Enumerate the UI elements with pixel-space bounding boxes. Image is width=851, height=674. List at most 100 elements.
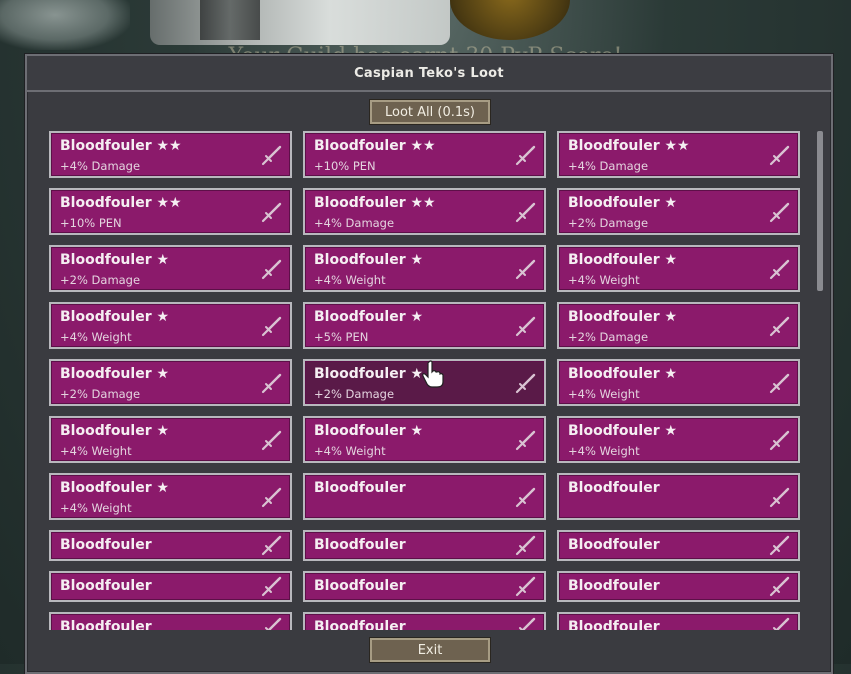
loot-item-card[interactable]: Bloodfouler ★ +4% Weight: [49, 416, 292, 463]
loot-item-card[interactable]: Bloodfouler ★ +4% Weight: [49, 473, 292, 520]
loot-item-name: Bloodfouler: [60, 578, 152, 594]
loot-item-card[interactable]: Bloodfouler: [49, 612, 292, 630]
background-scroll: [150, 0, 450, 45]
exit-button[interactable]: Exit: [370, 638, 490, 662]
loot-item-name: Bloodfouler ★: [314, 423, 424, 439]
loot-item-name: Bloodfouler ★: [60, 480, 170, 496]
sword-icon: [260, 373, 282, 395]
loot-item-stat: +2% Damage: [60, 273, 141, 287]
loot-item-card[interactable]: Bloodfouler ★★ +4% Damage: [303, 188, 546, 235]
loot-list-scrollbar[interactable]: [817, 131, 823, 291]
loot-item-name: Bloodfouler: [314, 578, 406, 594]
sword-icon: [260, 316, 282, 338]
sword-icon: [514, 487, 536, 509]
sword-icon: [514, 535, 536, 557]
sword-icon: [260, 617, 282, 630]
loot-item-card[interactable]: Bloodfouler ★★ +10% PEN: [49, 188, 292, 235]
loot-all-button[interactable]: Loot All (0.1s): [370, 100, 490, 124]
loot-item-card[interactable]: Bloodfouler ★ +4% Weight: [557, 359, 800, 406]
sword-icon: [514, 576, 536, 598]
loot-item-name: Bloodfouler ★: [60, 252, 170, 268]
loot-item-stat: +4% Weight: [568, 273, 640, 287]
sword-icon: [768, 617, 790, 630]
sword-icon: [514, 430, 536, 452]
loot-item-name: Bloodfouler ★★: [568, 138, 690, 154]
loot-item-card[interactable]: Bloodfouler ★★ +10% PEN: [303, 131, 546, 178]
sword-icon: [768, 316, 790, 338]
loot-item-card[interactable]: Bloodfouler: [557, 612, 800, 630]
loot-item-card[interactable]: Bloodfouler ★★ +4% Damage: [557, 131, 800, 178]
loot-item-card[interactable]: Bloodfouler: [557, 530, 800, 561]
loot-item-name: Bloodfouler ★★: [314, 138, 436, 154]
loot-item-stat: +4% Weight: [314, 444, 386, 458]
loot-item-stat: +4% Damage: [60, 159, 141, 173]
loot-item-name: Bloodfouler: [568, 480, 660, 496]
loot-item-stat: +10% PEN: [60, 216, 122, 230]
sword-icon: [514, 373, 536, 395]
loot-item-card[interactable]: Bloodfouler ★ +4% Weight: [303, 416, 546, 463]
sword-icon: [514, 617, 536, 630]
loot-item-stat: +4% Damage: [314, 216, 395, 230]
sword-icon: [514, 145, 536, 167]
sword-icon: [260, 202, 282, 224]
loot-item-name: Bloodfouler: [314, 537, 406, 553]
sword-icon: [260, 487, 282, 509]
loot-item-stat: +4% Weight: [314, 273, 386, 287]
loot-item-name: Bloodfouler: [314, 619, 406, 630]
loot-item-stat: +4% Weight: [568, 387, 640, 401]
loot-item-stat: +4% Weight: [568, 444, 640, 458]
loot-item-name: Bloodfouler: [60, 619, 152, 630]
background-cloud: [0, 0, 130, 50]
loot-item-card[interactable]: Bloodfouler: [303, 571, 546, 602]
loot-item-card[interactable]: Bloodfouler ★ +4% Weight: [557, 245, 800, 292]
loot-item-stat: +5% PEN: [314, 330, 369, 344]
loot-item-name: Bloodfouler ★: [314, 309, 424, 325]
loot-item-card[interactable]: Bloodfouler ★ +2% Damage: [49, 359, 292, 406]
loot-item-stat: +2% Damage: [568, 216, 649, 230]
loot-item-name: Bloodfouler ★: [568, 195, 678, 211]
loot-item-card[interactable]: Bloodfouler ★ +4% Weight: [49, 302, 292, 349]
loot-item-card[interactable]: Bloodfouler ★ +4% Weight: [557, 416, 800, 463]
loot-item-card[interactable]: Bloodfouler ★ +2% Damage: [557, 188, 800, 235]
loot-item-card[interactable]: Bloodfouler: [49, 530, 292, 561]
sword-icon: [260, 430, 282, 452]
background-orb: [450, 0, 570, 40]
loot-item-card[interactable]: Bloodfouler ★ +5% PEN: [303, 302, 546, 349]
loot-item-name: Bloodfouler ★: [568, 423, 678, 439]
loot-item-name: Bloodfouler ★: [314, 366, 424, 382]
loot-item-card[interactable]: Bloodfouler ★ +4% Weight: [303, 245, 546, 292]
loot-item-card[interactable]: Bloodfouler: [303, 473, 546, 520]
sword-icon: [514, 259, 536, 281]
loot-item-name: Bloodfouler ★★: [60, 195, 182, 211]
loot-item-stat: +4% Weight: [60, 501, 132, 515]
sword-icon: [768, 259, 790, 281]
sword-icon: [768, 487, 790, 509]
loot-item-card[interactable]: Bloodfouler ★★ +4% Damage: [49, 131, 292, 178]
loot-item-name: Bloodfouler ★: [60, 366, 170, 382]
loot-item-card[interactable]: Bloodfouler ★ +2% Damage: [49, 245, 292, 292]
hand-pointer-icon: [422, 360, 444, 388]
sword-icon: [260, 145, 282, 167]
loot-item-stat: +2% Damage: [60, 387, 141, 401]
loot-item-card[interactable]: Bloodfouler: [557, 571, 800, 602]
loot-item-name: Bloodfouler ★: [568, 252, 678, 268]
sword-icon: [768, 373, 790, 395]
loot-panel-header: Caspian Teko's Loot: [27, 56, 831, 92]
loot-item-card[interactable]: Bloodfouler: [303, 530, 546, 561]
sword-icon: [260, 535, 282, 557]
loot-item-name: Bloodfouler ★: [314, 252, 424, 268]
loot-item-name: Bloodfouler: [568, 578, 660, 594]
sword-icon: [514, 202, 536, 224]
loot-item-card[interactable]: Bloodfouler: [303, 612, 546, 630]
loot-item-name: Bloodfouler ★★: [60, 138, 182, 154]
loot-item-card[interactable]: Bloodfouler: [49, 571, 292, 602]
loot-item-card[interactable]: Bloodfouler: [557, 473, 800, 520]
loot-panel-title: Caspian Teko's Loot: [354, 65, 504, 81]
loot-item-card[interactable]: Bloodfouler ★ +2% Damage: [557, 302, 800, 349]
sword-icon: [260, 259, 282, 281]
loot-item-stat: +10% PEN: [314, 159, 376, 173]
sword-icon: [768, 430, 790, 452]
sword-icon: [768, 145, 790, 167]
sword-icon: [260, 576, 282, 598]
loot-item-stat: +4% Damage: [568, 159, 649, 173]
